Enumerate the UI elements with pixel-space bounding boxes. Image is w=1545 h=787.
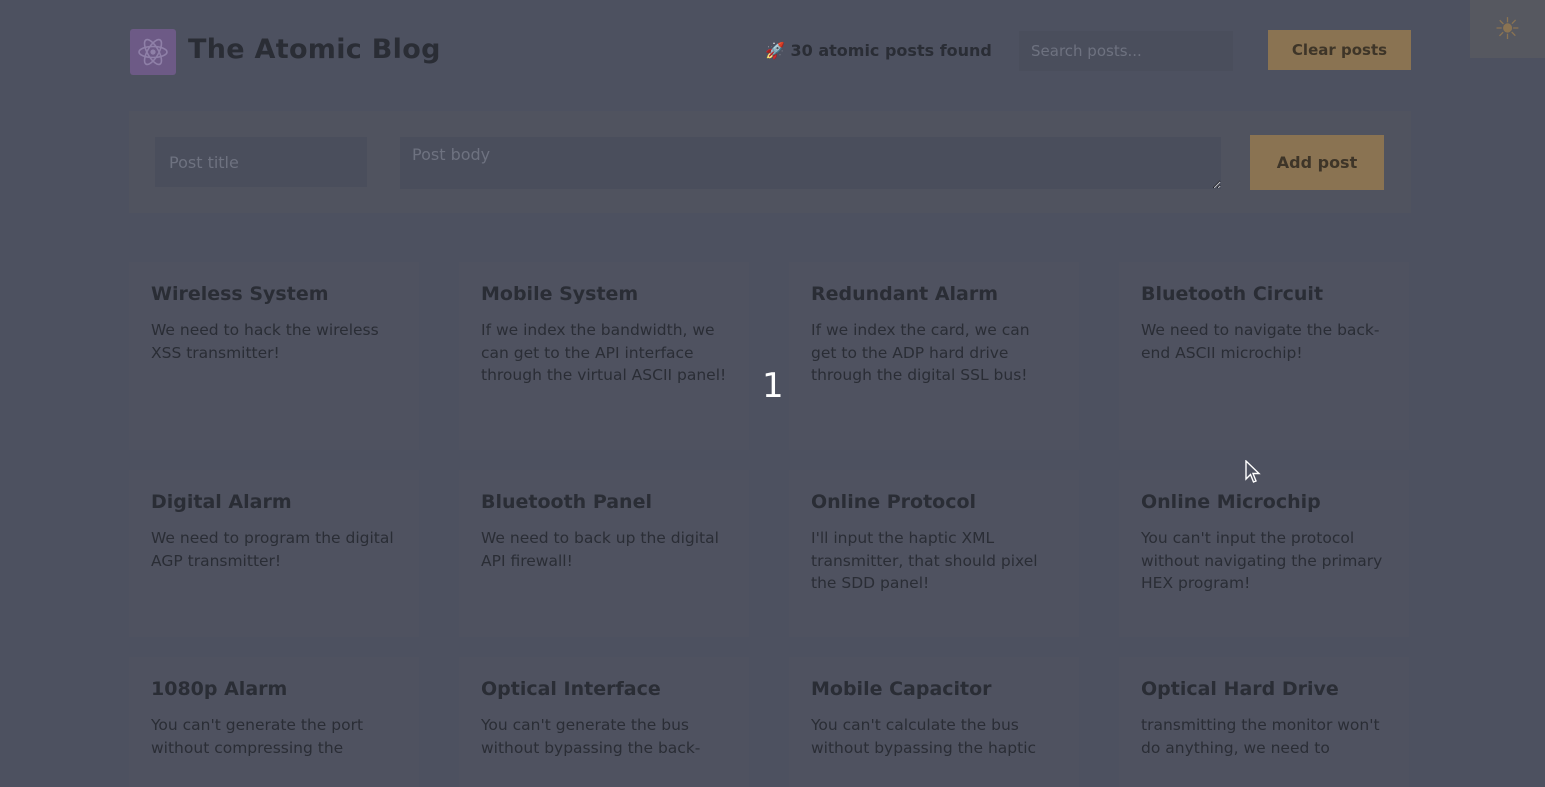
post-body: We need to hack the wireless XSS transmi… xyxy=(151,321,379,362)
post-title: Mobile System xyxy=(481,283,639,305)
post-title: Online Microchip xyxy=(1141,491,1321,513)
post-title: Optical Hard Drive xyxy=(1141,678,1339,700)
post-body: You can't input the protocol without nav… xyxy=(1141,529,1383,592)
post-card: Optical Interface You can't generate the… xyxy=(459,657,749,787)
post-title: Online Protocol xyxy=(811,491,977,513)
post-body: We need to back up the digital API firew… xyxy=(481,529,719,570)
post-body: transmitting the monitor won't do anythi… xyxy=(1141,716,1380,757)
results-count: 🚀 30 atomic posts found xyxy=(765,41,992,60)
post-card: Redundant Alarm If we index the card, we… xyxy=(789,262,1079,450)
overlay-counter: 1 xyxy=(762,366,784,406)
post-body: I'll input the haptic XML transmitter, t… xyxy=(811,529,1038,592)
clear-posts-button[interactable]: Clear posts xyxy=(1268,30,1411,70)
post-card: Wireless System We need to hack the wire… xyxy=(129,262,419,450)
post-card: Bluetooth Circuit We need to navigate th… xyxy=(1119,262,1409,450)
post-title: Mobile Capacitor xyxy=(811,678,992,700)
search-input[interactable] xyxy=(1019,31,1233,71)
page-title: The Atomic Blog xyxy=(188,34,441,65)
post-card: 1080p Alarm You can't generate the port … xyxy=(129,657,419,787)
post-card: Optical Hard Drive transmitting the moni… xyxy=(1119,657,1409,787)
post-card: Online Protocol I'll input the haptic XM… xyxy=(789,470,1079,637)
post-body: You can't generate the port without comp… xyxy=(151,716,364,757)
post-title: Bluetooth Circuit xyxy=(1141,283,1324,305)
post-body: We need to navigate the back-end ASCII m… xyxy=(1141,321,1380,362)
posts-grid: Wireless System We need to hack the wire… xyxy=(129,262,1411,787)
post-body: We need to program the digital AGP trans… xyxy=(151,529,394,570)
post-card: Mobile System If we index the bandwidth,… xyxy=(459,262,749,450)
header: The Atomic Blog 🚀 30 atomic posts found … xyxy=(129,28,1411,76)
post-body-input[interactable] xyxy=(400,137,1221,189)
post-title: Wireless System xyxy=(151,283,329,305)
post-card: Online Microchip You can't input the pro… xyxy=(1119,470,1409,637)
post-title: 1080p Alarm xyxy=(151,678,288,700)
mouse-cursor-icon xyxy=(1245,460,1261,483)
post-title-input[interactable] xyxy=(155,137,367,187)
post-body: You can't calculate the bus without bypa… xyxy=(811,716,1037,757)
atom-icon xyxy=(138,38,168,66)
add-post-form: Add post xyxy=(129,111,1411,213)
atom-logo-icon xyxy=(130,29,176,75)
post-body: If we index the card, we can get to the … xyxy=(811,321,1030,384)
post-title: Redundant Alarm xyxy=(811,283,999,305)
post-title: Optical Interface xyxy=(481,678,661,700)
post-body: If we index the bandwidth, we can get to… xyxy=(481,321,727,384)
post-card: Digital Alarm We need to program the dig… xyxy=(129,470,419,637)
post-title: Bluetooth Panel xyxy=(481,491,652,513)
theme-toggle-button[interactable]: ☀ xyxy=(1470,0,1545,58)
post-title: Digital Alarm xyxy=(151,491,292,513)
post-card: Bluetooth Panel We need to back up the d… xyxy=(459,470,749,637)
post-body: You can't generate the bus without bypas… xyxy=(481,716,701,757)
post-card: Mobile Capacitor You can't calculate the… xyxy=(789,657,1079,787)
add-post-button[interactable]: Add post xyxy=(1250,135,1384,190)
sun-icon: ☀ xyxy=(1494,12,1521,46)
